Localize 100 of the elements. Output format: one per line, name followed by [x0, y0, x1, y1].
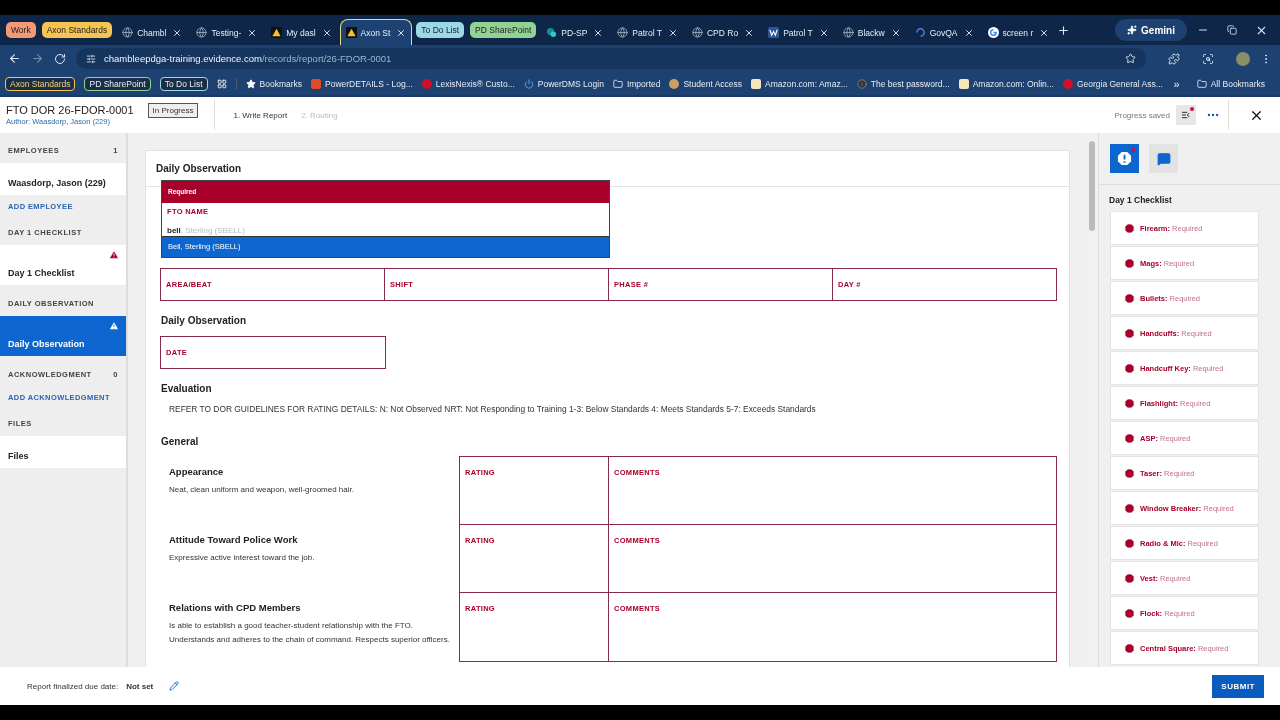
close-icon[interactable]: [818, 27, 829, 38]
browser-tab[interactable]: Patrol T: [611, 19, 684, 45]
apps-icon[interactable]: [216, 78, 227, 89]
new-tab-button[interactable]: [1057, 23, 1071, 37]
alert-icon: [1124, 432, 1135, 444]
browser-tab[interactable]: Testing-: [190, 19, 264, 45]
alert-icon: [1124, 537, 1135, 549]
globe-icon: [617, 27, 629, 38]
sidebar-item[interactable]: Files: [0, 436, 126, 468]
search-icon: [1202, 52, 1214, 65]
restore-icon: [1227, 25, 1237, 35]
bookmark-favicon-icon: [958, 78, 969, 89]
tab-group-label[interactable]: To Do List: [416, 22, 465, 38]
bookmark-group[interactable]: To Do List: [159, 76, 208, 91]
tab-title: Blackw: [857, 27, 885, 38]
sidebar-item[interactable]: Day 1 Checklist: [0, 245, 126, 285]
power-icon: [523, 78, 534, 89]
bookmark-item[interactable]: All Bookmarks: [1196, 78, 1265, 89]
reload-icon: [54, 52, 66, 65]
alert-icon: [1124, 222, 1135, 234]
typed-text: bell: [167, 226, 181, 235]
alert-icon: [1124, 607, 1135, 619]
alert-icon: [1124, 292, 1135, 304]
bookmark-label: Student Access: [683, 78, 743, 89]
close-icon[interactable]: [963, 27, 974, 38]
lens-button[interactable]: [1202, 52, 1214, 65]
back-button[interactable]: [8, 52, 21, 65]
reload-button[interactable]: [54, 52, 66, 65]
browser-tab[interactable]: My dasl: [265, 19, 338, 45]
scrollbar-thumb[interactable]: [1088, 141, 1095, 231]
tab-group-label[interactable]: Axon Standards: [41, 22, 113, 38]
close-icon[interactable]: [890, 27, 901, 38]
bookmark-favicon-icon: [669, 78, 680, 89]
puzzle-icon: [1168, 52, 1180, 65]
bookmark-label: PowerDMS Login: [537, 78, 604, 89]
alert-icon: [1124, 257, 1135, 269]
close-icon[interactable]: [744, 27, 755, 38]
tab-title: Testing-: [211, 27, 242, 38]
browser-tab[interactable]: CPD Ro: [685, 19, 761, 45]
extensions-button[interactable]: [1168, 52, 1180, 65]
sidebar-item[interactable]: Waasdorp, Jason (229): [0, 163, 126, 195]
comment-icon: [1156, 151, 1171, 166]
section-title: Evaluation: [161, 383, 213, 394]
tab-title: screen r: [1002, 27, 1034, 38]
section-title: Daily Observation: [161, 315, 248, 326]
document-logo-icon: [768, 27, 780, 38]
browser-tab[interactable]: Axon St: [339, 19, 413, 45]
tab-group-label[interactable]: PD SharePoint: [470, 22, 537, 38]
swirl-logo-icon: [914, 27, 926, 38]
globe-icon: [196, 27, 208, 38]
criterion-description: Expressive active interest toward the job.: [169, 552, 316, 564]
close-icon[interactable]: [247, 27, 258, 38]
sidebar-item[interactable]: Daily Observation: [0, 316, 126, 356]
bookmark-item[interactable]: Student Access: [669, 78, 743, 89]
step-tab[interactable]: 1. Write Report: [233, 110, 288, 120]
panel-tab-button[interactable]: [1110, 144, 1139, 173]
bookmark-group[interactable]: PD SharePoint: [84, 76, 151, 91]
bookmark-group[interactable]: Axon Standards: [5, 76, 76, 91]
tab-title: PD-SP: [561, 27, 588, 38]
panel-tab-button[interactable]: [1149, 144, 1178, 173]
address-bar[interactable]: chambleepdga-training.evidence.com/records/report/26-FDOR-0001: [76, 48, 1146, 69]
star-icon: [245, 78, 256, 89]
edit-icon[interactable]: [169, 681, 180, 691]
back-arrow-icon: [8, 52, 21, 65]
alert-icon: [1117, 151, 1132, 166]
close-icon[interactable]: [667, 27, 678, 38]
due-date-label: Report finalized due date:: [27, 681, 119, 691]
close-icon[interactable]: [172, 27, 183, 38]
bookmark-item[interactable]: Imported: [612, 78, 661, 89]
bookmark-item[interactable]: Bookmarks: [245, 78, 303, 89]
panel-title: Day 1 Checklist: [1108, 194, 1173, 207]
forward-button[interactable]: [31, 52, 44, 65]
panel-toggle-button[interactable]: [1176, 105, 1196, 125]
alert-icon: [1124, 642, 1135, 654]
site-settings-icon[interactable]: [86, 53, 96, 64]
more-bookmarks-button[interactable]: »: [1173, 77, 1180, 90]
gemini-button[interactable]: Gemini: [1115, 19, 1187, 41]
criterion-title: Relations with CPD Members: [169, 602, 302, 613]
browser-tab[interactable]: Patrol T: [762, 19, 835, 45]
close-icon[interactable]: [1039, 27, 1050, 38]
folder-icon: [612, 78, 623, 89]
tab-group-label[interactable]: Work: [6, 22, 36, 38]
browser-tab[interactable]: GovQA: [908, 19, 980, 45]
bookmark-label: Bookmarks: [259, 78, 303, 89]
bookmark-favicon-icon: [311, 78, 322, 89]
close-icon[interactable]: [321, 27, 332, 38]
section-title: General: [161, 436, 200, 447]
close-icon[interactable]: [593, 27, 604, 38]
bookmark-star-icon[interactable]: [1125, 53, 1136, 64]
submit-button[interactable]: SUBMIT: [1212, 674, 1264, 698]
browser-tab[interactable]: screen r: [981, 19, 1056, 45]
globe-icon: [842, 27, 854, 38]
browser-tab[interactable]: PD-SP: [540, 19, 610, 45]
browser-tab[interactable]: Chambl: [116, 19, 189, 45]
close-icon[interactable]: [396, 27, 407, 38]
browser-tab[interactable]: Blackw: [836, 19, 907, 45]
alert-icon: [1124, 362, 1135, 374]
tab-title: GovQA: [929, 27, 958, 38]
bookmark-item[interactable]: PowerDMS Login: [523, 78, 604, 89]
profile-avatar[interactable]: [1236, 51, 1250, 66]
